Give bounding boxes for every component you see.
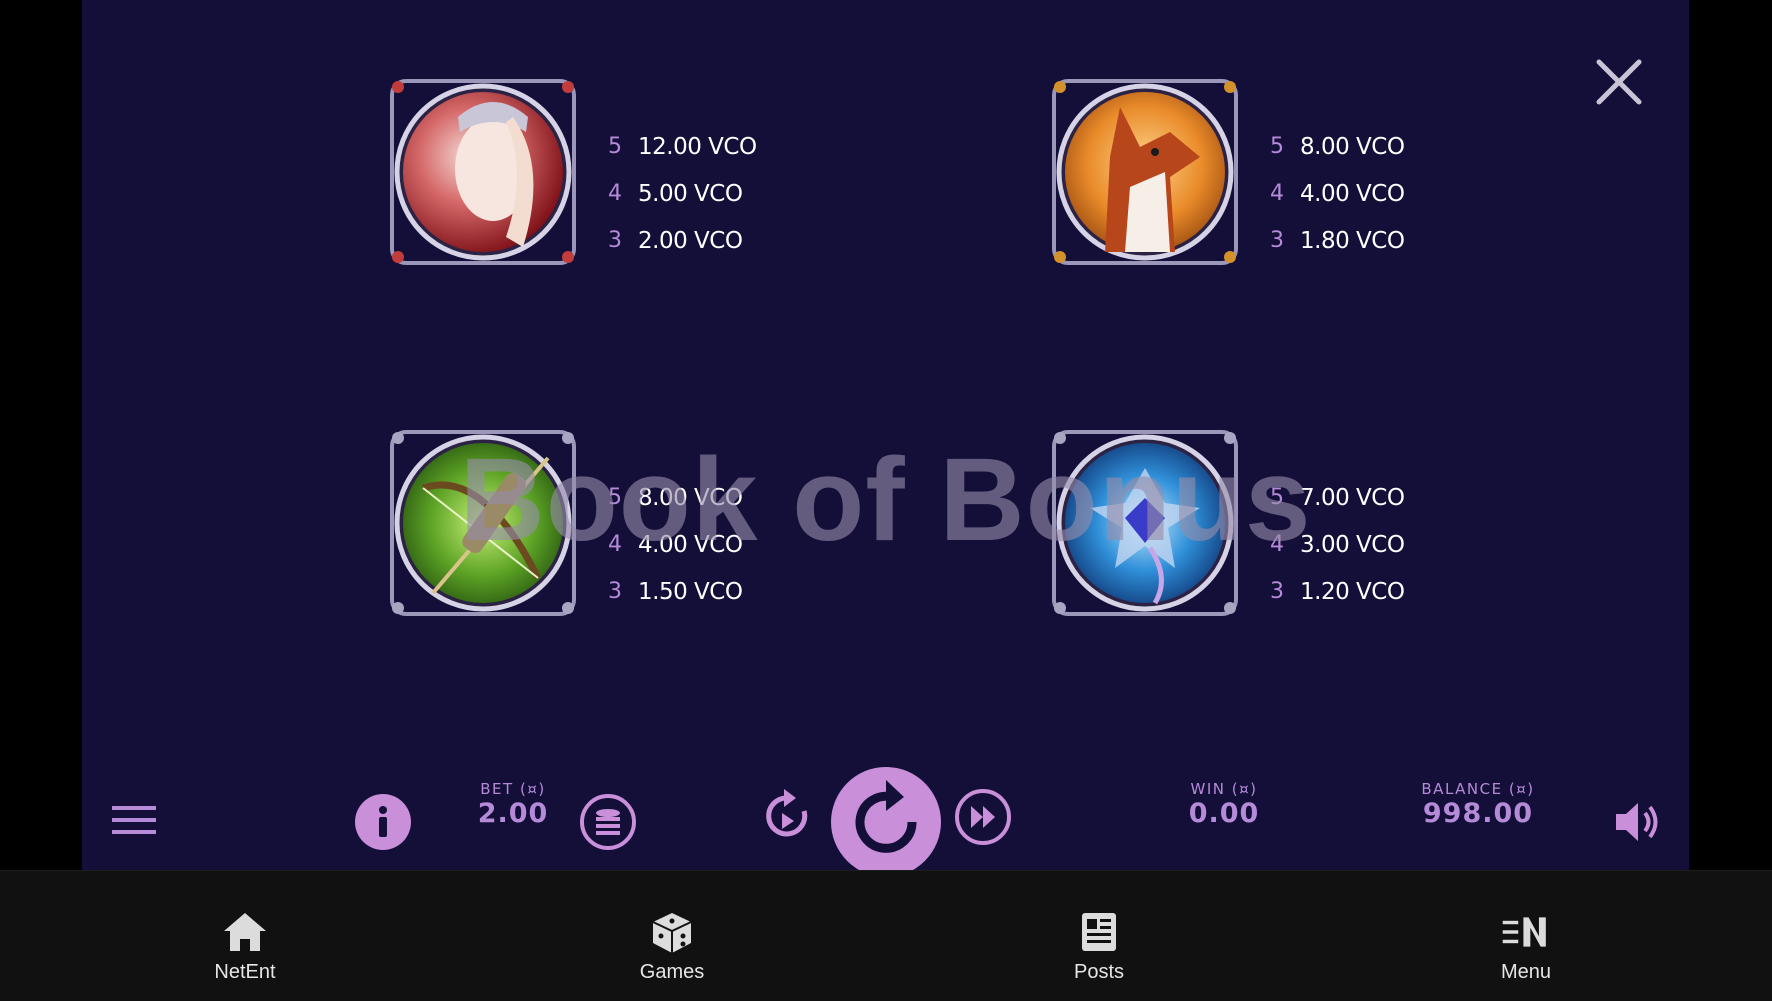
menu-icon bbox=[1502, 917, 1546, 947]
bet-value: 2.00 bbox=[477, 798, 549, 829]
pay-row: 3 1.80 VCO bbox=[1270, 217, 1405, 264]
bet-label: BET (¤) bbox=[480, 780, 546, 798]
pay-count: 5 bbox=[1270, 134, 1284, 159]
nav-item-netent[interactable]: NetEnt bbox=[165, 871, 325, 1001]
paylist-bow: 5 8.00 VCO 4 4.00 VCO 3 1.50 VCO bbox=[608, 474, 743, 615]
spin-button[interactable] bbox=[830, 766, 942, 870]
newspaper-icon bbox=[1082, 913, 1116, 951]
elf-symbol-icon bbox=[388, 77, 578, 267]
paylist-gem: 5 7.00 VCO 4 3.00 VCO 3 1.20 VCO bbox=[1270, 474, 1405, 615]
pay-count: 4 bbox=[608, 532, 622, 557]
pay-count: 4 bbox=[608, 181, 622, 206]
balance-value: 998.00 bbox=[1422, 798, 1534, 829]
pay-row: 4 3.00 VCO bbox=[1270, 521, 1405, 568]
pay-count: 5 bbox=[608, 485, 622, 510]
pay-count: 3 bbox=[608, 579, 622, 604]
fox-symbol-icon bbox=[1050, 77, 1240, 267]
autoplay-icon bbox=[766, 789, 808, 837]
speaker-icon bbox=[1616, 803, 1658, 841]
pay-count: 3 bbox=[1270, 579, 1284, 604]
pay-row: 3 1.50 VCO bbox=[608, 568, 743, 615]
pay-value: 1.80 VCO bbox=[1300, 227, 1405, 254]
game-area: 5 12.00 VCO 4 5.00 VCO 3 2.00 VCO 5 8.00… bbox=[82, 0, 1689, 870]
balance-label: BALANCE (¤) bbox=[1421, 780, 1535, 798]
pay-value: 1.50 VCO bbox=[638, 578, 743, 605]
pay-value: 2.00 VCO bbox=[638, 227, 743, 254]
nav-label: Posts bbox=[1073, 961, 1125, 983]
home-icon bbox=[224, 913, 266, 951]
win-label: WIN (¤) bbox=[1190, 780, 1258, 798]
balance-display: BALANCE (¤) 998.00 bbox=[1398, 780, 1558, 829]
pay-value: 8.00 VCO bbox=[1300, 133, 1405, 160]
pay-count: 5 bbox=[608, 134, 622, 159]
sound-button[interactable] bbox=[1612, 797, 1662, 847]
pay-value: 8.00 VCO bbox=[638, 484, 743, 511]
gem-symbol-icon bbox=[1050, 428, 1240, 618]
pay-count: 4 bbox=[1270, 181, 1284, 206]
pay-row: 5 8.00 VCO bbox=[608, 474, 743, 521]
nav-item-posts[interactable]: Posts bbox=[1019, 871, 1179, 1001]
fast-forward-icon bbox=[955, 789, 1011, 845]
win-value: 0.00 bbox=[1188, 798, 1260, 829]
info-icon bbox=[355, 794, 411, 850]
paytable-entry-bow: 5 8.00 VCO 4 4.00 VCO 3 1.50 VCO bbox=[388, 428, 988, 618]
pay-count: 5 bbox=[1270, 485, 1284, 510]
nav-label: Menu bbox=[1500, 961, 1552, 983]
pay-row: 4 4.00 VCO bbox=[608, 521, 743, 568]
turbo-button[interactable] bbox=[954, 788, 1012, 846]
pay-row: 5 8.00 VCO bbox=[1270, 123, 1405, 170]
pay-value: 7.00 VCO bbox=[1300, 484, 1405, 511]
pay-value: 3.00 VCO bbox=[1300, 531, 1405, 558]
pay-count: 3 bbox=[1270, 228, 1284, 253]
pay-row: 5 7.00 VCO bbox=[1270, 474, 1405, 521]
nav-item-menu[interactable]: Menu bbox=[1446, 871, 1606, 1001]
pay-value: 12.00 VCO bbox=[638, 133, 757, 160]
pay-row: 4 5.00 VCO bbox=[608, 170, 757, 217]
paytable-entry-fox: 5 8.00 VCO 4 4.00 VCO 3 1.80 VCO bbox=[1050, 77, 1650, 267]
bottom-navigation: NetEnt Games Posts Menu bbox=[0, 870, 1772, 1001]
info-button[interactable] bbox=[354, 793, 412, 851]
paytable-entry-elf: 5 12.00 VCO 4 5.00 VCO 3 2.00 VCO bbox=[388, 77, 988, 267]
autoplay-button[interactable] bbox=[760, 785, 816, 847]
hamburger-menu-icon[interactable] bbox=[110, 800, 158, 844]
paytable-entry-gem: 5 7.00 VCO 4 3.00 VCO 3 1.20 VCO bbox=[1050, 428, 1650, 618]
paylist-elf: 5 12.00 VCO 4 5.00 VCO 3 2.00 VCO bbox=[608, 123, 757, 264]
bet-settings-button[interactable] bbox=[579, 793, 637, 851]
pay-row: 3 1.20 VCO bbox=[1270, 568, 1405, 615]
pay-row: 5 12.00 VCO bbox=[608, 123, 757, 170]
win-display: WIN (¤) 0.00 bbox=[1174, 780, 1274, 829]
pay-value: 4.00 VCO bbox=[1300, 180, 1405, 207]
coins-icon bbox=[580, 794, 636, 850]
pay-count: 4 bbox=[1270, 532, 1284, 557]
paylist-fox: 5 8.00 VCO 4 4.00 VCO 3 1.80 VCO bbox=[1270, 123, 1405, 264]
pay-value: 4.00 VCO bbox=[638, 531, 743, 558]
pay-count: 3 bbox=[608, 228, 622, 253]
bet-display: BET (¤) 2.00 bbox=[448, 780, 578, 829]
pay-row: 3 2.00 VCO bbox=[608, 217, 757, 264]
bow-symbol-icon bbox=[388, 428, 578, 618]
pay-row: 4 4.00 VCO bbox=[1270, 170, 1405, 217]
nav-label: NetEnt bbox=[214, 961, 276, 983]
pay-value: 1.20 VCO bbox=[1300, 578, 1405, 605]
nav-label: Games bbox=[639, 961, 705, 983]
dice-icon bbox=[652, 913, 692, 953]
nav-item-games[interactable]: Games bbox=[592, 871, 752, 1001]
spin-icon bbox=[831, 767, 941, 870]
pay-value: 5.00 VCO bbox=[638, 180, 743, 207]
